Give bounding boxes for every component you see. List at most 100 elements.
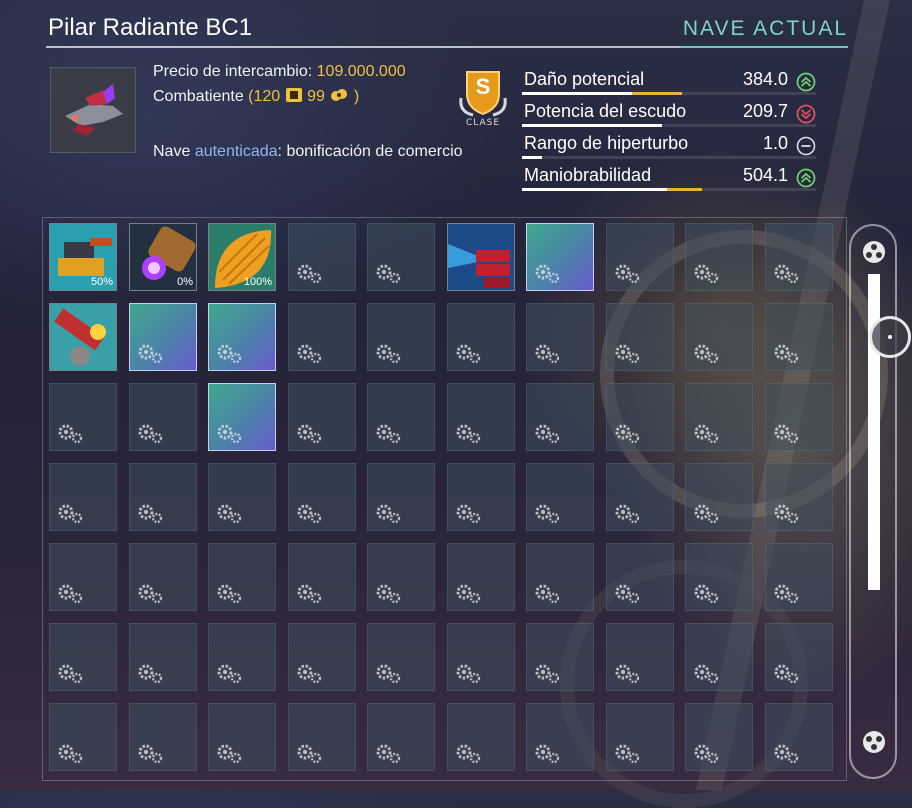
- empty-inventory-slot[interactable]: [685, 383, 753, 451]
- empty-inventory-slot[interactable]: [765, 463, 833, 531]
- trade-price-row: Precio de intercambio: 109.000.000: [153, 63, 406, 81]
- empty-inventory-slot[interactable]: [447, 303, 515, 371]
- empty-inventory-slot[interactable]: [129, 703, 197, 771]
- empty-inventory-slot[interactable]: [367, 383, 435, 451]
- empty-inventory-slot[interactable]: [288, 623, 356, 691]
- empty-inventory-slot[interactable]: [765, 383, 833, 451]
- empty-inventory-slot[interactable]: [49, 383, 117, 451]
- empty-inventory-slot[interactable]: [447, 543, 515, 611]
- auth-prefix: Nave: [153, 143, 191, 160]
- empty-inventory-slot[interactable]: [129, 543, 197, 611]
- gear-icon: [535, 504, 560, 524]
- empty-inventory-slot[interactable]: [606, 623, 674, 691]
- empty-inventory-slot[interactable]: [129, 623, 197, 691]
- empty-inventory-slot[interactable]: [606, 463, 674, 531]
- stat-bar-base: [522, 92, 632, 95]
- empty-inventory-slot[interactable]: [685, 463, 753, 531]
- scroll-up-button-icon[interactable]: [862, 240, 886, 264]
- gear-icon: [376, 424, 401, 444]
- empty-inventory-slot[interactable]: [288, 303, 356, 371]
- charge-percentage: 100%: [243, 276, 272, 288]
- gear-icon: [535, 344, 560, 364]
- empty-inventory-slot[interactable]: [367, 303, 435, 371]
- ship-thumbnail: [50, 67, 136, 153]
- empty-inventory-slot[interactable]: [526, 703, 594, 771]
- empty-inventory-slot[interactable]: [685, 623, 753, 691]
- empty-inventory-slot[interactable]: [288, 463, 356, 531]
- empty-inventory-slot[interactable]: [288, 543, 356, 611]
- empty-inventory-slot[interactable]: [49, 463, 117, 531]
- gear-icon: [694, 584, 719, 604]
- supercharged-slot[interactable]: [208, 383, 276, 451]
- gear-icon: [297, 344, 322, 364]
- technology-slot-cannon[interactable]: [49, 303, 117, 371]
- technology-slot-shield[interactable]: 100%: [208, 223, 276, 291]
- tech-slot-icon: [285, 88, 302, 102]
- empty-inventory-slot[interactable]: [526, 463, 594, 531]
- empty-inventory-slot[interactable]: [288, 223, 356, 291]
- supercharged-slot[interactable]: [129, 303, 197, 371]
- empty-inventory-slot[interactable]: [288, 703, 356, 771]
- stat-bar-track: [522, 156, 816, 159]
- empty-inventory-slot[interactable]: [447, 463, 515, 531]
- technology-slot-rocket[interactable]: [447, 223, 515, 291]
- empty-inventory-slot[interactable]: [129, 383, 197, 451]
- gear-icon: [456, 664, 481, 684]
- empty-inventory-slot[interactable]: [606, 223, 674, 291]
- empty-inventory-slot[interactable]: [447, 383, 515, 451]
- empty-inventory-slot[interactable]: [208, 543, 276, 611]
- empty-inventory-slot[interactable]: [685, 223, 753, 291]
- empty-inventory-slot[interactable]: [208, 703, 276, 771]
- gear-icon: [615, 504, 640, 524]
- empty-inventory-slot[interactable]: [367, 463, 435, 531]
- empty-inventory-slot[interactable]: [765, 303, 833, 371]
- empty-inventory-slot[interactable]: [685, 703, 753, 771]
- technology-slot-turret[interactable]: 50%: [49, 223, 117, 291]
- stat-bar-bonus: [667, 188, 702, 191]
- scroll-thumb[interactable]: [869, 316, 911, 358]
- empty-inventory-slot[interactable]: [765, 223, 833, 291]
- empty-inventory-slot[interactable]: [367, 223, 435, 291]
- empty-inventory-slot[interactable]: [447, 623, 515, 691]
- empty-inventory-slot[interactable]: [49, 703, 117, 771]
- empty-inventory-slot[interactable]: [367, 703, 435, 771]
- supercharged-slot[interactable]: [208, 303, 276, 371]
- empty-inventory-slot[interactable]: [765, 703, 833, 771]
- empty-inventory-slot[interactable]: [288, 383, 356, 451]
- gear-icon: [217, 424, 242, 444]
- empty-inventory-slot[interactable]: [526, 303, 594, 371]
- trade-price-label: Precio de intercambio:: [153, 63, 313, 80]
- empty-inventory-slot[interactable]: [526, 383, 594, 451]
- gear-icon: [774, 264, 799, 284]
- supercharged-slot[interactable]: [526, 223, 594, 291]
- empty-inventory-slot[interactable]: [765, 623, 833, 691]
- gear-icon: [694, 424, 719, 444]
- empty-inventory-slot[interactable]: [606, 543, 674, 611]
- empty-inventory-slot[interactable]: [447, 703, 515, 771]
- stat-maneuverability: Maniobrabilidad 504.1: [522, 163, 816, 191]
- empty-inventory-slot[interactable]: [49, 623, 117, 691]
- stat-damage: Daño potencial 384.0: [522, 67, 816, 95]
- empty-inventory-slot[interactable]: [526, 623, 594, 691]
- scroll-down-button-icon[interactable]: [862, 730, 886, 754]
- empty-inventory-slot[interactable]: [129, 463, 197, 531]
- empty-inventory-slot[interactable]: [606, 703, 674, 771]
- empty-inventory-slot[interactable]: [526, 543, 594, 611]
- gear-icon: [58, 504, 83, 524]
- empty-inventory-slot[interactable]: [49, 543, 117, 611]
- empty-inventory-slot[interactable]: [367, 543, 435, 611]
- gear-icon: [774, 424, 799, 444]
- empty-inventory-slot[interactable]: [685, 303, 753, 371]
- empty-inventory-slot[interactable]: [765, 543, 833, 611]
- technology-slot-laser[interactable]: 0%: [129, 223, 197, 291]
- stat-value: 209.7: [742, 101, 788, 121]
- empty-inventory-slot[interactable]: [606, 303, 674, 371]
- gear-icon: [58, 424, 83, 444]
- empty-inventory-slot[interactable]: [367, 623, 435, 691]
- inventory-scrollbar[interactable]: [849, 224, 911, 779]
- empty-inventory-slot[interactable]: [685, 543, 753, 611]
- empty-inventory-slot[interactable]: [606, 383, 674, 451]
- empty-inventory-slot[interactable]: [208, 623, 276, 691]
- empty-inventory-slot[interactable]: [208, 463, 276, 531]
- authenticated-ship-row: Nave autenticada: bonificación de comerc…: [153, 143, 518, 161]
